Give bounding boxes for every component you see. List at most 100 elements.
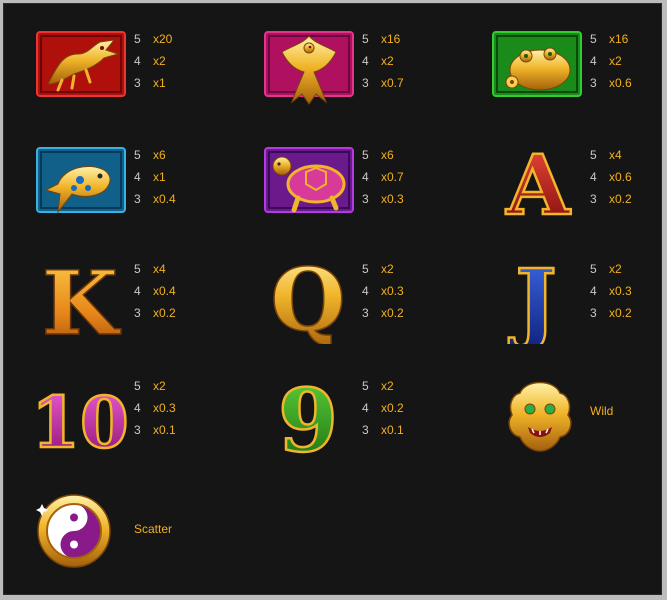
koi-fish-icon xyxy=(34,140,134,230)
ten-glyph: 10 xyxy=(34,371,134,461)
multiplier: x0.2 xyxy=(609,192,632,206)
symbol-king: K 5 x4 4 x0.4 3 x0.2 xyxy=(34,254,244,364)
symbol-phoenix: 5 x16 4 x2 3 x0.7 xyxy=(262,24,472,134)
multiplier: x2 xyxy=(153,379,166,393)
paytable-nine: 5 x2 4 x0.2 3 x0.1 xyxy=(362,375,404,441)
yin-yang-icon xyxy=(34,486,134,576)
king-letter: K xyxy=(42,254,122,344)
count: 3 xyxy=(590,306,597,320)
count: 5 xyxy=(134,32,141,46)
multiplier: x0.4 xyxy=(153,192,176,206)
symbol-turtle: 5 x6 4 x0.7 3 x0.3 xyxy=(262,140,472,250)
multiplier: x2 xyxy=(153,54,166,68)
count: 4 xyxy=(362,284,369,298)
paytable-ace: 5 x4 4 x0.6 3 x0.2 xyxy=(590,144,632,210)
paytable-jack: 5 x2 4 x0.3 3 x0.2 xyxy=(590,258,632,324)
multiplier: x0.1 xyxy=(381,423,404,437)
scatter-label: Scatter xyxy=(134,522,173,536)
jack-letter: J xyxy=(508,254,557,344)
ten-number: 10 xyxy=(34,381,129,461)
count: 3 xyxy=(362,423,369,437)
paytable-toad: 5 x16 4 x2 3 x0.6 xyxy=(590,28,632,94)
symbol-ten: 10 5 x2 4 x0.3 3 x0.1 xyxy=(34,371,244,481)
count: 4 xyxy=(134,54,141,68)
count: 3 xyxy=(362,76,369,90)
multiplier: x1 xyxy=(153,76,166,90)
count: 4 xyxy=(590,170,597,184)
count: 4 xyxy=(362,401,369,415)
multiplier: x0.2 xyxy=(609,306,632,320)
multiplier: x0.3 xyxy=(153,401,176,415)
paytable-panel: 5 x20 4 x2 3 x1 5 x16 4 x2 3 x0.7 5 x16 xyxy=(3,3,662,595)
count: 4 xyxy=(134,401,141,415)
count: 5 xyxy=(362,148,369,162)
paytable-queen: 5 x2 4 x0.3 3 x0.2 xyxy=(362,258,404,324)
multiplier: x0.3 xyxy=(381,284,404,298)
count: 4 xyxy=(362,170,369,184)
symbol-koi: 5 x6 4 x1 3 x0.4 xyxy=(34,140,244,250)
count: 5 xyxy=(590,148,597,162)
king-glyph: K xyxy=(34,254,134,344)
jack-glyph: J xyxy=(490,254,590,344)
paytable-dragon: 5 x20 4 x2 3 x1 xyxy=(134,28,172,94)
count: 4 xyxy=(590,284,597,298)
symbol-toad: 5 x16 4 x2 3 x0.6 xyxy=(490,24,667,134)
count: 5 xyxy=(590,262,597,276)
ace-letter: A xyxy=(505,140,571,230)
count: 5 xyxy=(590,32,597,46)
symbol-queen: Q 5 x2 4 x0.3 3 x0.2 xyxy=(262,254,472,364)
multiplier: x2 xyxy=(381,262,394,276)
symbol-nine: 9 5 x2 4 x0.2 3 x0.1 xyxy=(262,371,472,481)
symbol-ace: A 5 x4 4 x0.6 3 x0.2 xyxy=(490,140,667,250)
queen-letter: Q xyxy=(271,254,346,344)
multiplier: x2 xyxy=(381,379,394,393)
count: 3 xyxy=(134,306,141,320)
symbol-scatter: Scatter xyxy=(34,486,244,596)
multiplier: x0.2 xyxy=(381,306,404,320)
multiplier: x20 xyxy=(153,32,173,46)
ace-glyph: A xyxy=(490,140,590,230)
multiplier: x16 xyxy=(381,32,401,46)
paytable-king: 5 x4 4 x0.4 3 x0.2 xyxy=(134,258,176,324)
multiplier: x0.7 xyxy=(381,170,404,184)
count: 3 xyxy=(362,192,369,206)
symbol-jack: J 5 x2 4 x0.3 3 x0.2 xyxy=(490,254,667,364)
turtle-icon xyxy=(262,140,362,230)
multiplier: x0.4 xyxy=(153,284,176,298)
count: 3 xyxy=(362,306,369,320)
count: 4 xyxy=(134,170,141,184)
multiplier: x1 xyxy=(153,170,166,184)
multiplier: x0.3 xyxy=(609,284,632,298)
multiplier: x0.6 xyxy=(609,76,632,90)
multiplier: x0.1 xyxy=(153,423,176,437)
dragon-icon xyxy=(34,24,134,114)
count: 3 xyxy=(590,76,597,90)
count: 3 xyxy=(590,192,597,206)
multiplier: x0.2 xyxy=(153,306,176,320)
paytable-ten: 5 x2 4 x0.3 3 x0.1 xyxy=(134,375,176,441)
paytable-phoenix: 5 x16 4 x2 3 x0.7 xyxy=(362,28,404,94)
multiplier: x0.2 xyxy=(381,401,404,415)
multiplier: x0.3 xyxy=(381,192,404,206)
count: 5 xyxy=(134,262,141,276)
nine-number: 9 xyxy=(278,371,338,461)
queen-glyph: Q xyxy=(262,254,362,344)
money-toad-icon xyxy=(490,24,590,114)
count: 3 xyxy=(134,76,141,90)
count: 3 xyxy=(134,192,141,206)
multiplier: x4 xyxy=(609,148,622,162)
nine-glyph: 9 xyxy=(262,371,362,461)
multiplier: x0.7 xyxy=(381,76,404,90)
symbol-wild: Wild xyxy=(490,371,667,481)
multiplier: x2 xyxy=(381,54,394,68)
count: 5 xyxy=(134,148,141,162)
paytable-turtle: 5 x6 4 x0.7 3 x0.3 xyxy=(362,144,404,210)
count: 4 xyxy=(134,284,141,298)
multiplier: x2 xyxy=(609,54,622,68)
count: 5 xyxy=(362,32,369,46)
multiplier: x2 xyxy=(609,262,622,276)
foo-dog-mask-icon xyxy=(490,371,590,461)
multiplier: x16 xyxy=(609,32,629,46)
multiplier: x0.6 xyxy=(609,170,632,184)
multiplier: x4 xyxy=(153,262,166,276)
